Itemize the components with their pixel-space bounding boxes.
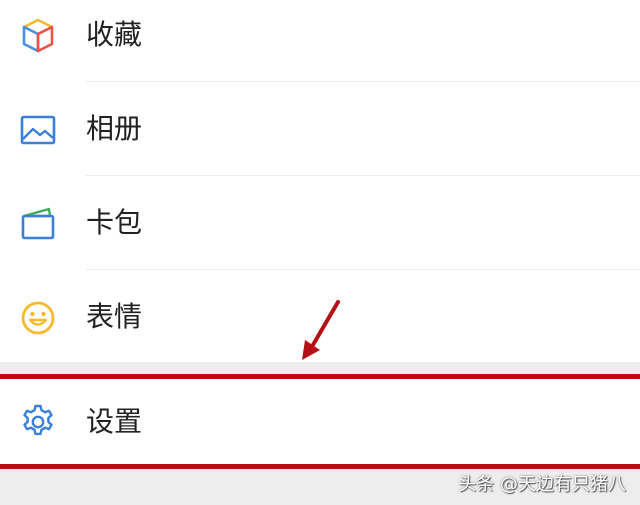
annotation-arrow <box>302 300 340 360</box>
menu-item-favorites[interactable]: 收藏 <box>0 0 640 82</box>
menu-item-album[interactable]: 相册 <box>0 82 640 176</box>
menu-item-label: 收藏 <box>86 18 143 51</box>
menu-item-card-wallet[interactable]: 卡包 <box>0 176 640 270</box>
menu-item-label: 相册 <box>86 112 143 145</box>
photo-album-icon <box>18 110 58 150</box>
watermark: 头条 @天边有只猪八 <box>458 474 626 495</box>
settings-highlight-frame <box>0 374 640 469</box>
menu-item-label: 卡包 <box>86 206 143 239</box>
card-wallet-icon <box>18 204 58 244</box>
smiley-face-icon <box>18 298 58 338</box>
menu-item-label: 表情 <box>86 300 143 333</box>
favorites-cube-icon <box>18 16 58 56</box>
